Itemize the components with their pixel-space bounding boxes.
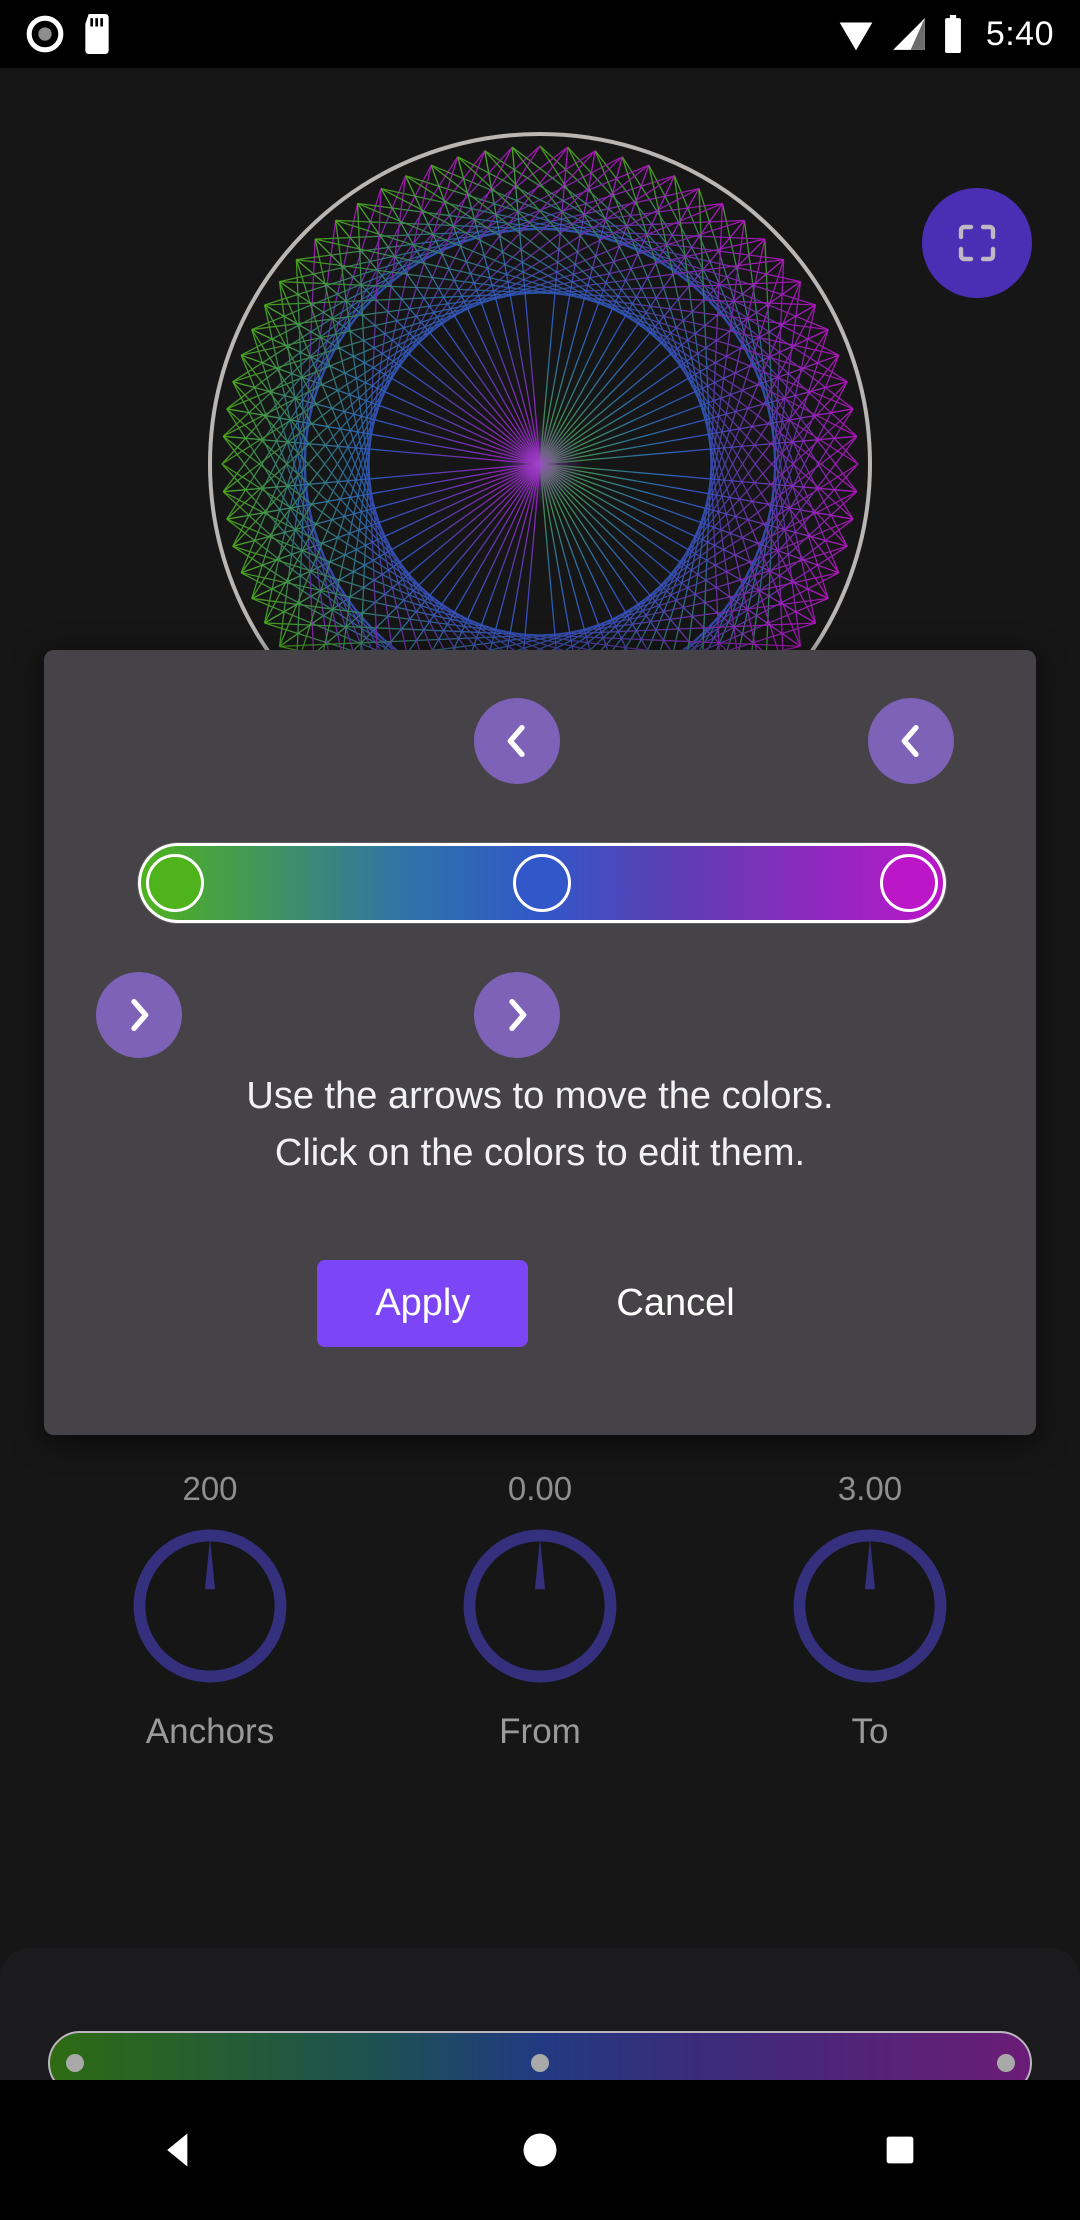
fullscreen-button[interactable] bbox=[922, 188, 1032, 298]
preview-stop-blue[interactable] bbox=[531, 2054, 549, 2072]
knob-label: Anchors bbox=[145, 1712, 275, 1751]
preview-stop-magenta[interactable] bbox=[996, 2054, 1015, 2072]
back-triangle-icon bbox=[167, 2133, 188, 2167]
knob-value: 0.00 bbox=[507, 1470, 573, 1507]
status-bar: 5:40 bbox=[0, 0, 1080, 68]
fullscreen-icon bbox=[958, 224, 996, 262]
status-bar-clock: 5:40 bbox=[985, 14, 1054, 53]
status-bar-left-icons bbox=[26, 14, 112, 54]
knob-label: From bbox=[499, 1712, 581, 1751]
chevron-right-icon bbox=[131, 999, 149, 1031]
signal-icon bbox=[892, 18, 925, 50]
recents-square-icon bbox=[886, 2136, 914, 2164]
android-nav-bar bbox=[0, 2080, 1080, 2220]
knob-controls: 200 Anchors 0.00 From 3.00 To bbox=[0, 1468, 1080, 1752]
nav-back-button[interactable] bbox=[120, 2090, 240, 2210]
chevron-right-icon bbox=[509, 999, 527, 1031]
instruction-line-1: Use the arrows to move the colors. bbox=[246, 1075, 834, 1117]
home-circle-icon bbox=[523, 2133, 557, 2167]
knob-anchors[interactable]: 200 Anchors bbox=[110, 1468, 310, 1752]
knob-value: 200 bbox=[182, 1470, 238, 1507]
nav-home-button[interactable] bbox=[480, 2090, 600, 2210]
chevron-left-icon bbox=[901, 725, 919, 757]
gradient-stop-magenta[interactable] bbox=[880, 854, 939, 912]
nav-recents-button[interactable] bbox=[840, 2090, 960, 2210]
knob-dial[interactable] bbox=[786, 1522, 954, 1690]
gradient-slider[interactable] bbox=[138, 843, 946, 923]
dialog-actions: Apply Cancel bbox=[44, 1260, 1036, 1347]
knob-dial[interactable] bbox=[456, 1522, 624, 1690]
app-screen: 5:40 200 Anchors 0.00 From 3.00 To Use t… bbox=[0, 0, 1080, 2220]
chevron-left-icon bbox=[507, 725, 525, 757]
move-right-middle-button[interactable] bbox=[474, 972, 560, 1058]
move-right-first-button[interactable] bbox=[96, 972, 182, 1058]
move-left-middle-button[interactable] bbox=[474, 698, 560, 784]
sd-card-icon bbox=[85, 14, 109, 54]
knob-to[interactable]: 3.00 To bbox=[770, 1468, 970, 1752]
knob-dial[interactable] bbox=[126, 1522, 294, 1690]
gradient-stop-blue[interactable] bbox=[513, 854, 571, 912]
apply-button[interactable]: Apply bbox=[317, 1260, 529, 1347]
wifi-icon bbox=[839, 22, 873, 51]
knob-value: 3.00 bbox=[837, 1470, 903, 1507]
gradient-stop-green[interactable] bbox=[145, 854, 204, 912]
dialog-instructions: Use the arrows to move the colors. Click… bbox=[44, 1068, 1036, 1182]
status-bar-right-icons: 5:40 bbox=[836, 15, 1054, 54]
move-left-last-button[interactable] bbox=[868, 698, 954, 784]
knob-label: To bbox=[851, 1712, 889, 1751]
record-icon bbox=[26, 15, 64, 53]
cancel-button[interactable]: Cancel bbox=[588, 1260, 762, 1347]
preview-stop-green[interactable] bbox=[65, 2054, 84, 2072]
instruction-line-2: Click on the colors to edit them. bbox=[274, 1132, 806, 1174]
battery-icon bbox=[944, 15, 961, 53]
knob-from[interactable]: 0.00 From bbox=[440, 1468, 640, 1752]
gradient-editor-dialog: Use the arrows to move the colors. Click… bbox=[44, 650, 1036, 1435]
